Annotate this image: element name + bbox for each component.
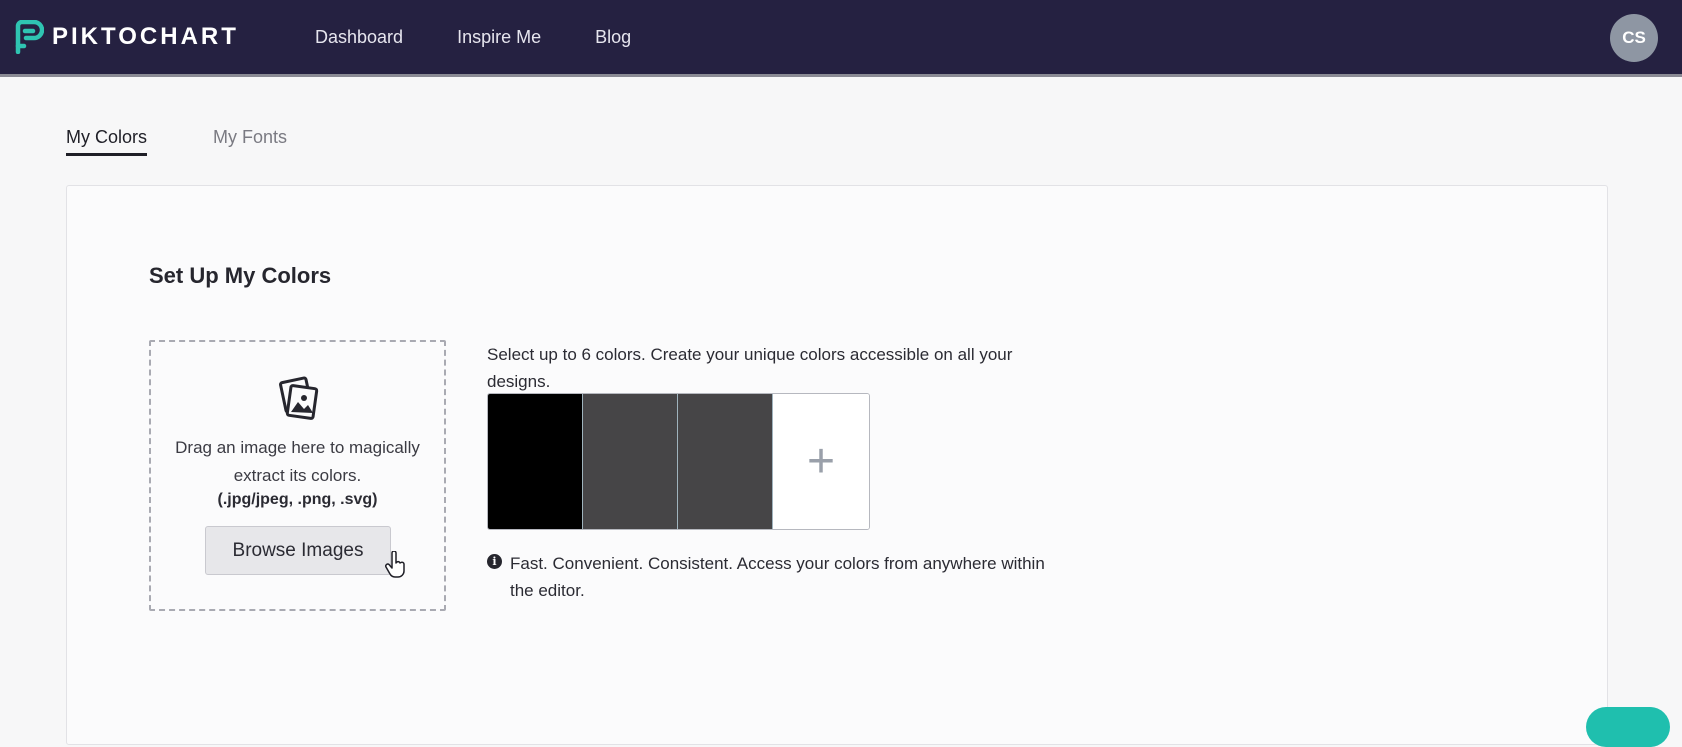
info-text: Fast. Convenient. Consistent. Access you… [510,554,1045,600]
dropzone-instruction: Drag an image here to magically extract … [175,438,420,485]
image-dropzone[interactable]: Drag an image here to magically extract … [149,340,446,611]
piktochart-logo[interactable]: PIKTOCHART [14,19,239,55]
image-gallery-icon [279,376,319,420]
dropzone-formats: (.jpg/jpeg, .png, .svg) [217,491,378,508]
nav-blog[interactable]: Blog [595,27,631,48]
colors-card: Set Up My Colors Drag an image here to m… [66,185,1608,745]
nav-inspire-me[interactable]: Inspire Me [457,27,541,48]
color-swatch[interactable] [488,394,583,529]
browse-images-button[interactable]: Browse Images [205,526,391,575]
plus-icon: + [806,435,836,488]
add-color-button[interactable]: + [773,394,869,529]
color-swatch[interactable] [583,394,678,529]
settings-tabs: My Colors My Fonts [66,127,353,156]
nav-dashboard[interactable]: Dashboard [315,27,403,48]
top-navigation-bar: PIKTOCHART Dashboard Inspire Me Blog CS [0,0,1682,77]
tab-my-colors[interactable]: My Colors [66,127,148,156]
info-icon: i [487,554,502,569]
color-swatch[interactable] [678,394,773,529]
color-swatches: + [487,393,870,530]
logo-wordmark: PIKTOCHART [52,23,239,50]
main-nav: Dashboard Inspire Me Blog [315,0,685,74]
tab-my-fonts[interactable]: My Fonts [213,127,287,156]
info-note: i Fast. Convenient. Consistent. Access y… [487,550,1087,604]
piktochart-logo-icon [15,20,44,54]
color-limit-description: Select up to 6 colors. Create your uniqu… [487,345,1013,391]
user-avatar[interactable]: CS [1610,14,1658,62]
section-title: Set Up My Colors [149,263,332,288]
help-chat-button[interactable] [1586,707,1670,747]
